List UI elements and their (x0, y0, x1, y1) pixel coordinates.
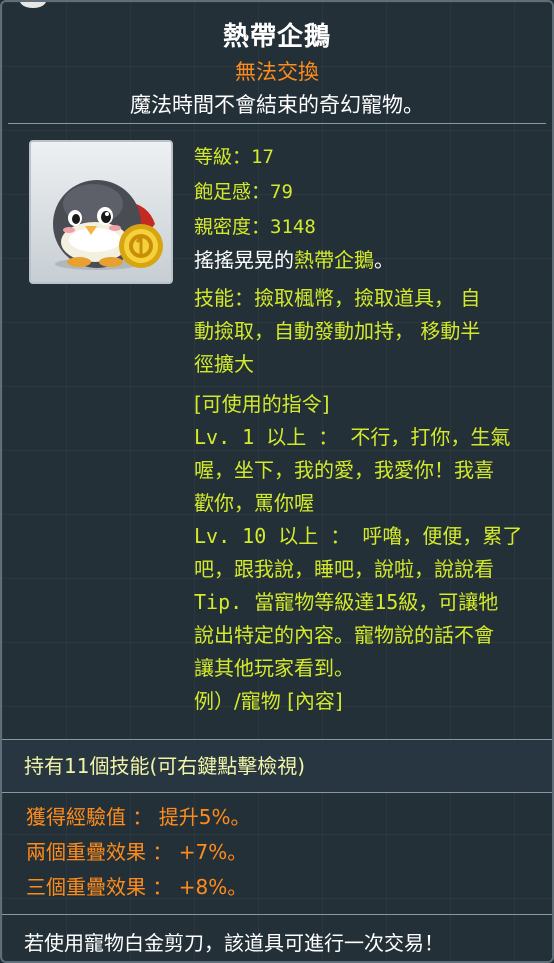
flavor-prefix: 搖搖晃晃的 (194, 248, 294, 272)
command-line: 說出特定的內容。寵物說的話不會 (194, 623, 494, 647)
flavor-suffix: 。 (374, 248, 394, 272)
tooltip-footer: 若使用寵物白金剪刀，該道具可進行一次交易！ (2, 914, 552, 961)
skills-text: 技能：撿取楓幣，撿取道具， 自 動撿取，自動發動加持， 移動半 徑擴大 (194, 282, 540, 381)
trade-status: 無法交換 (235, 60, 319, 84)
item-description: 魔法時間不會結束的奇幻寵物。 (130, 93, 424, 117)
skills-line: 徑擴大 (194, 352, 254, 376)
closeness-row: 親密度：3148 (194, 210, 316, 245)
item-title: 熱帶企鵝 (222, 22, 331, 52)
fullness-value: 79 (270, 181, 293, 203)
command-line: 喔，坐下，我的愛，我愛你！我喜 (194, 458, 494, 482)
level-value: 17 (251, 146, 274, 168)
command-line: 例）/寵物 [內容] (194, 689, 343, 713)
fullness-row: 飽足感：79 (194, 175, 316, 210)
flavor-text: 搖搖晃晃的熱帶企鵝。 (194, 244, 540, 277)
skills-line: 動撿取，自動發動加持， 移動半 (194, 319, 481, 343)
commands-section: [可使用的指令] Lv. 1 以上 ： 不行，打你，生氣 喔，坐下，我的愛，我愛… (194, 388, 540, 718)
tooltip-header: 熱帶企鵝 無法交換 魔法時間不會結束的奇幻寵物。 (2, 2, 552, 122)
footer-text: 若使用寵物白金剪刀，該道具可進行一次交易！ (24, 931, 444, 955)
command-line: 讓其他玩家看到。 (194, 656, 354, 680)
closeness-value: 3148 (270, 216, 316, 238)
triple-effect: 三個重疊效果 ： +8%。 (26, 875, 248, 899)
item-tooltip: 熱帶企鵝 無法交換 魔法時間不會結束的奇幻寵物。 等級：17 飽足感：79 親密… (0, 0, 554, 963)
skill-count-bar[interactable]: 持有11個技能(可右鍵點擊檢視) (2, 739, 552, 793)
pet-stats: 等級：17 飽足感：79 親密度：3148 (194, 140, 316, 245)
command-line: Tip. 當寵物等級達15級，可讓牠 (194, 590, 499, 614)
header-divider (8, 123, 546, 124)
closeness-label: 親密度： (194, 216, 271, 238)
fullness-label: 飽足感： (194, 181, 271, 203)
commands-header: [可使用的指令] (194, 392, 330, 416)
command-line: 吧，跟我說，睡吧，說啦，說說看 (194, 557, 494, 581)
set-effects: 獲得經驗值 ： 提升5%。 兩個重疊效果 ： +7%。 三個重疊效果 ： +8%… (26, 800, 250, 905)
command-line: Lv. 10 以上 ： 呼嚕，便便，累了 (194, 524, 523, 548)
pet-icon-frame (29, 140, 173, 284)
flavor-pet-name: 熱帶企鵝 (294, 248, 374, 272)
level-label: 等級： (194, 146, 252, 168)
exp-effect: 獲得經驗值 ： 提升5%。 (26, 805, 251, 829)
skills-line: 技能：撿取楓幣，撿取道具， 自 (194, 286, 481, 310)
penguin-pet-icon (53, 180, 163, 270)
skill-count-text: 持有11個技能(可右鍵點擊檢視) (24, 754, 306, 778)
command-line: 歡你，罵你喔 (194, 491, 314, 515)
level-row: 等級：17 (194, 140, 316, 175)
command-line: Lv. 1 以上 ： 不行，打你，生氣 (194, 425, 511, 449)
double-effect: 兩個重疊效果 ： +7%。 (26, 840, 248, 864)
